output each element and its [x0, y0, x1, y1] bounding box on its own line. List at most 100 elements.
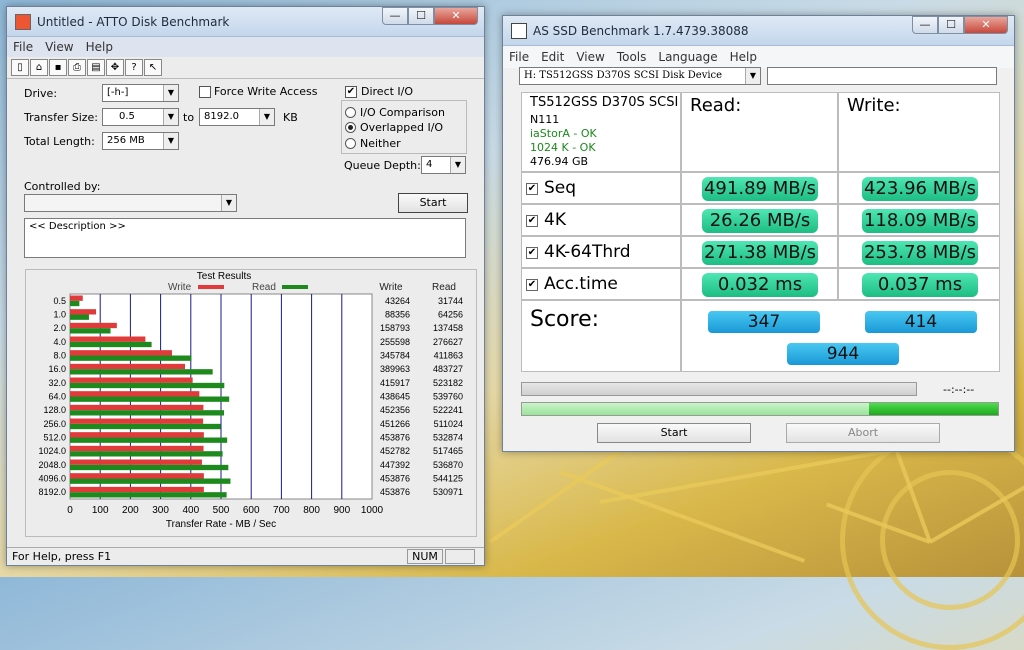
- read-bar: [70, 369, 213, 375]
- read-value: 411863: [434, 351, 463, 361]
- acctime-read-cell: 0.032 ms: [681, 268, 838, 300]
- minimize-button[interactable]: —: [912, 16, 938, 34]
- read-value: 483727: [433, 364, 463, 374]
- seq-label: Seq: [544, 178, 577, 198]
- 4k64-write-cell: 253.78 MB/s: [838, 236, 1000, 268]
- acctime-write-cell: 0.037 ms: [838, 268, 1000, 300]
- neither-label: Neither: [360, 137, 401, 150]
- category-label: 4.0: [53, 337, 66, 347]
- category-label: 64.0: [48, 392, 66, 402]
- read-bar: [70, 355, 192, 361]
- score-total: 944: [787, 343, 899, 365]
- menu-help[interactable]: Help: [730, 50, 757, 64]
- chevron-down-icon: ▼: [163, 133, 178, 149]
- 4k64-label-cell: ✔ 4K-64Thrd: [521, 236, 681, 268]
- x-tick-label: 700: [273, 505, 290, 516]
- menu-file[interactable]: File: [13, 40, 33, 54]
- menu-view[interactable]: View: [576, 50, 604, 64]
- x-tick-label: 100: [92, 505, 109, 516]
- asssd-abort-button[interactable]: Abort: [786, 423, 940, 443]
- asssd-start-button[interactable]: Start: [597, 423, 751, 443]
- controlled-by-select[interactable]: ▼: [24, 194, 237, 212]
- 4k64-checkbox[interactable]: ✔: [526, 247, 538, 259]
- test-results-chart: Test Results Write Read Write Read 0.5 43264 31…: [38, 271, 463, 530]
- read-value: 522241: [433, 405, 463, 415]
- close-button[interactable]: ✕: [434, 7, 478, 25]
- x-tick-label: 900: [333, 505, 350, 516]
- read-value: 544125: [433, 474, 463, 484]
- x-tick-label: 600: [243, 505, 260, 516]
- score-values-cell: 347 414 944: [681, 300, 1000, 372]
- category-label: 2.0: [53, 323, 66, 333]
- new-icon[interactable]: ▯: [11, 59, 29, 76]
- read-bar: [70, 341, 152, 348]
- status-num: NUM: [407, 549, 443, 564]
- total-length-select[interactable]: 256 MB ▼: [102, 132, 179, 150]
- transfer-from-select[interactable]: 0.5 ▼: [102, 108, 179, 126]
- acctime-checkbox[interactable]: ✔: [526, 279, 538, 291]
- overlapped-io-label: Overlapped I/O: [360, 121, 444, 134]
- queue-depth-select[interactable]: 4 ▼: [421, 156, 466, 174]
- save-icon[interactable]: ▪: [49, 59, 67, 76]
- close-button[interactable]: ✕: [964, 16, 1008, 34]
- drive-label: Drive:: [24, 87, 58, 100]
- asssd-titlebar[interactable]: AS SSD Benchmark 1.7.4739.38088 — ☐ ✕: [503, 16, 1014, 46]
- minimize-button[interactable]: —: [382, 7, 408, 25]
- 4k-checkbox[interactable]: ✔: [526, 215, 538, 227]
- total-length-label: Total Length:: [24, 135, 95, 148]
- drive-select[interactable]: [-h-] ▼: [102, 84, 179, 102]
- category-label: 1.0: [53, 310, 66, 320]
- atto-window: Untitled - ATTO Disk Benchmark — ☐ ✕ Fil…: [6, 6, 485, 566]
- write-value: 453876: [380, 433, 410, 443]
- category-label: 1024.0: [38, 446, 66, 456]
- write-value: 451266: [380, 419, 410, 429]
- open-icon[interactable]: ⌂: [30, 59, 48, 76]
- category-label: 4096.0: [38, 474, 66, 484]
- legend-write-label: Write: [168, 282, 192, 293]
- menu-edit[interactable]: Edit: [541, 50, 564, 64]
- read-value: 532874: [433, 433, 463, 443]
- maximize-button[interactable]: ☐: [938, 16, 964, 34]
- category-label: 128.0: [43, 405, 66, 415]
- drive-select[interactable]: H: TS512GSS D370S SCSI Disk Device ▼: [519, 67, 761, 85]
- transfer-to-select[interactable]: 8192.0 ▼: [199, 108, 275, 126]
- write-bar: [70, 459, 202, 465]
- read-bar: [70, 300, 80, 307]
- force-write-checkbox[interactable]: [199, 86, 211, 98]
- time-display: --:--:--: [943, 383, 975, 396]
- seq-checkbox[interactable]: ✔: [526, 183, 538, 195]
- io-comparison-radio[interactable]: [345, 107, 356, 118]
- asssd-extra-field[interactable]: [767, 67, 997, 85]
- atto-app-icon: [15, 13, 31, 30]
- write-header-cell: Write:: [838, 92, 1000, 172]
- description-textarea[interactable]: << Description >>: [24, 218, 466, 258]
- menu-file[interactable]: File: [509, 50, 529, 64]
- menu-help[interactable]: Help: [86, 40, 113, 54]
- menu-view[interactable]: View: [45, 40, 73, 54]
- driver-status: iaStorA - OK: [530, 127, 597, 140]
- write-value: 43264: [385, 296, 410, 306]
- atto-start-button[interactable]: Start: [398, 193, 468, 213]
- context-help-icon[interactable]: ↖: [144, 59, 162, 76]
- category-label: 32.0: [48, 378, 66, 388]
- direct-io-checkbox[interactable]: ✔: [345, 86, 357, 98]
- kb-label: KB: [283, 111, 298, 124]
- maximize-button[interactable]: ☐: [408, 7, 434, 25]
- atto-titlebar[interactable]: Untitled - ATTO Disk Benchmark — ☐ ✕: [7, 7, 484, 37]
- asssd-app-icon: [511, 22, 527, 39]
- write-header: Write:: [847, 95, 901, 116]
- neither-radio[interactable]: [345, 138, 356, 149]
- acctime-read-value: 0.032 ms: [702, 273, 818, 297]
- move-icon[interactable]: ✥: [106, 59, 124, 76]
- column-header-read: Read: [432, 282, 456, 293]
- menu-tools[interactable]: Tools: [617, 50, 647, 64]
- print-icon[interactable]: ⎙: [68, 59, 86, 76]
- menu-language[interactable]: Language: [658, 50, 717, 64]
- help-icon[interactable]: ?: [125, 59, 143, 76]
- x-tick-label: 1000: [361, 505, 384, 516]
- print-preview-icon[interactable]: ▤: [87, 59, 105, 76]
- chevron-down-icon: ▼: [221, 195, 236, 211]
- seq-read-value: 491.89 MB/s: [702, 177, 818, 201]
- overlapped-io-radio[interactable]: [345, 122, 356, 133]
- x-tick-label: 200: [122, 505, 139, 516]
